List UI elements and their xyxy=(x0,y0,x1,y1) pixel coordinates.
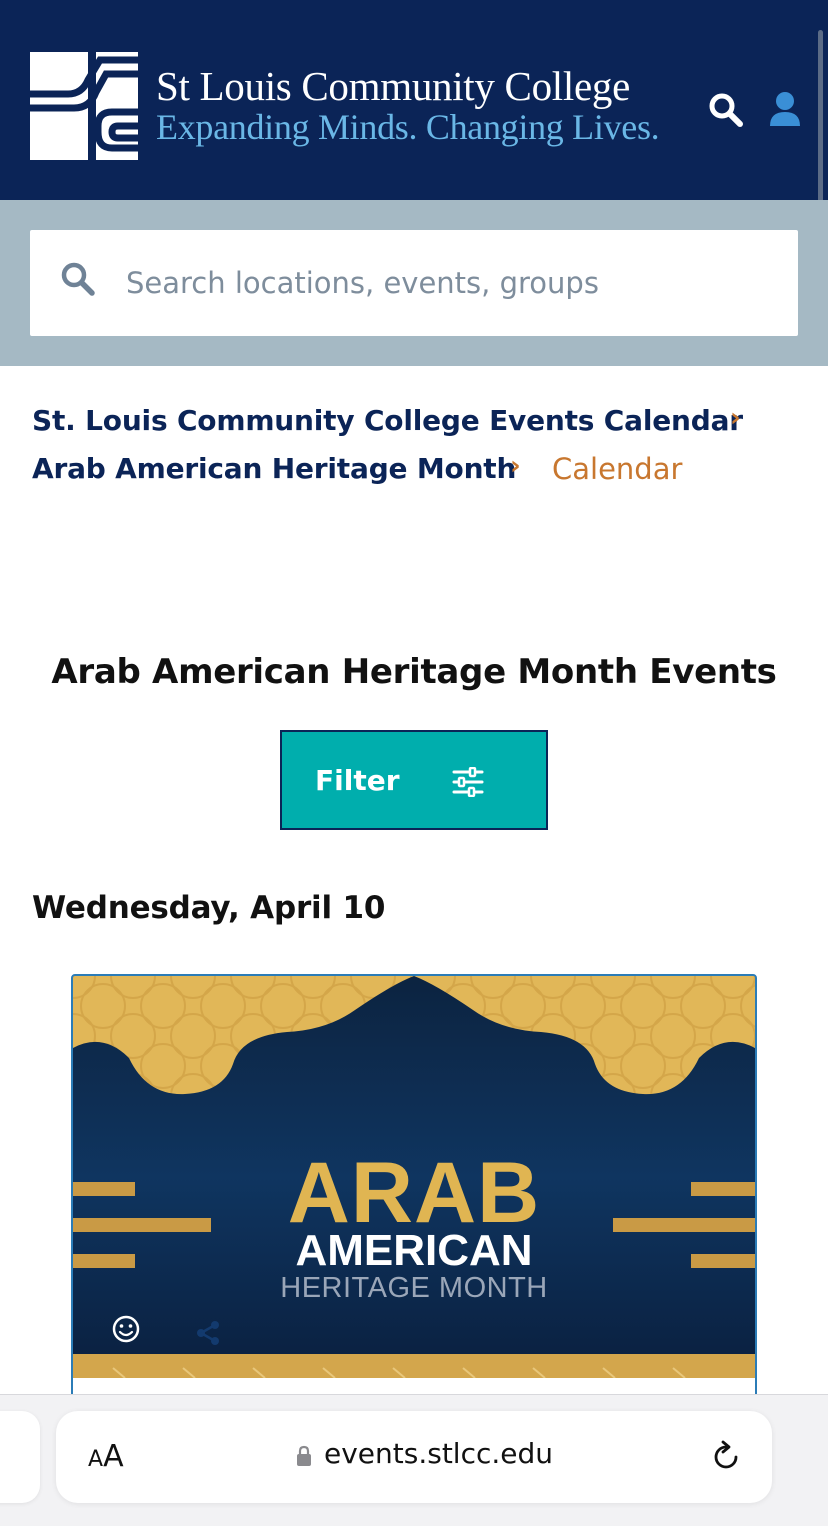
breadcrumb-current: Calendar xyxy=(552,452,683,486)
url-text: events.stlcc.edu xyxy=(324,1437,554,1470)
stlcc-logo-icon xyxy=(30,52,138,160)
text-size-button[interactable]: AA xyxy=(88,1439,124,1474)
previous-tab-preview[interactable] xyxy=(0,1411,40,1503)
header-search-button[interactable] xyxy=(708,92,744,128)
browser-toolbar: AA events.stlcc.edu xyxy=(0,1394,828,1526)
event-card[interactable]: ARAB AMERICAN HERITAGE MONTH xyxy=(71,974,757,1426)
search-icon xyxy=(61,262,95,296)
search-band xyxy=(0,200,828,366)
banner-subtitle: HERITAGE MONTH xyxy=(280,1272,548,1304)
share-icon[interactable] xyxy=(195,1320,221,1346)
chevron-right-icon: › xyxy=(730,403,741,433)
text-size-big-glyph: A xyxy=(103,1439,124,1474)
search-input[interactable] xyxy=(126,250,766,316)
college-tagline: Expanding Minds. Changing Lives. xyxy=(156,107,660,147)
search-box xyxy=(30,230,798,336)
address-bar[interactable]: AA events.stlcc.edu xyxy=(56,1411,772,1503)
college-logo[interactable] xyxy=(30,52,138,160)
chevron-right-icon: › xyxy=(510,451,521,481)
search-icon xyxy=(709,93,743,127)
filter-button-label: Filter xyxy=(315,764,400,797)
date-heading: Wednesday, April 10 xyxy=(32,890,386,926)
text-size-small-glyph: A xyxy=(88,1447,104,1472)
reload-icon[interactable] xyxy=(708,1439,744,1475)
college-name: St Louis Community College xyxy=(156,63,630,109)
sliders-icon xyxy=(452,767,484,797)
emoji-react-icon[interactable] xyxy=(111,1314,141,1344)
account-button[interactable] xyxy=(768,90,802,128)
breadcrumb-link-heritage-month[interactable]: Arab American Heritage Month xyxy=(32,452,516,485)
banner-title-american: AMERICAN xyxy=(295,1226,533,1275)
filter-button[interactable]: Filter xyxy=(280,730,548,830)
breadcrumb-link-events-calendar[interactable]: St. Louis Community College Events Calen… xyxy=(32,404,743,437)
page-title: Arab American Heritage Month Events xyxy=(51,652,777,692)
lock-icon xyxy=(297,1445,311,1466)
site-header: St Louis Community College Expanding Min… xyxy=(0,0,828,260)
user-icon xyxy=(770,92,800,126)
